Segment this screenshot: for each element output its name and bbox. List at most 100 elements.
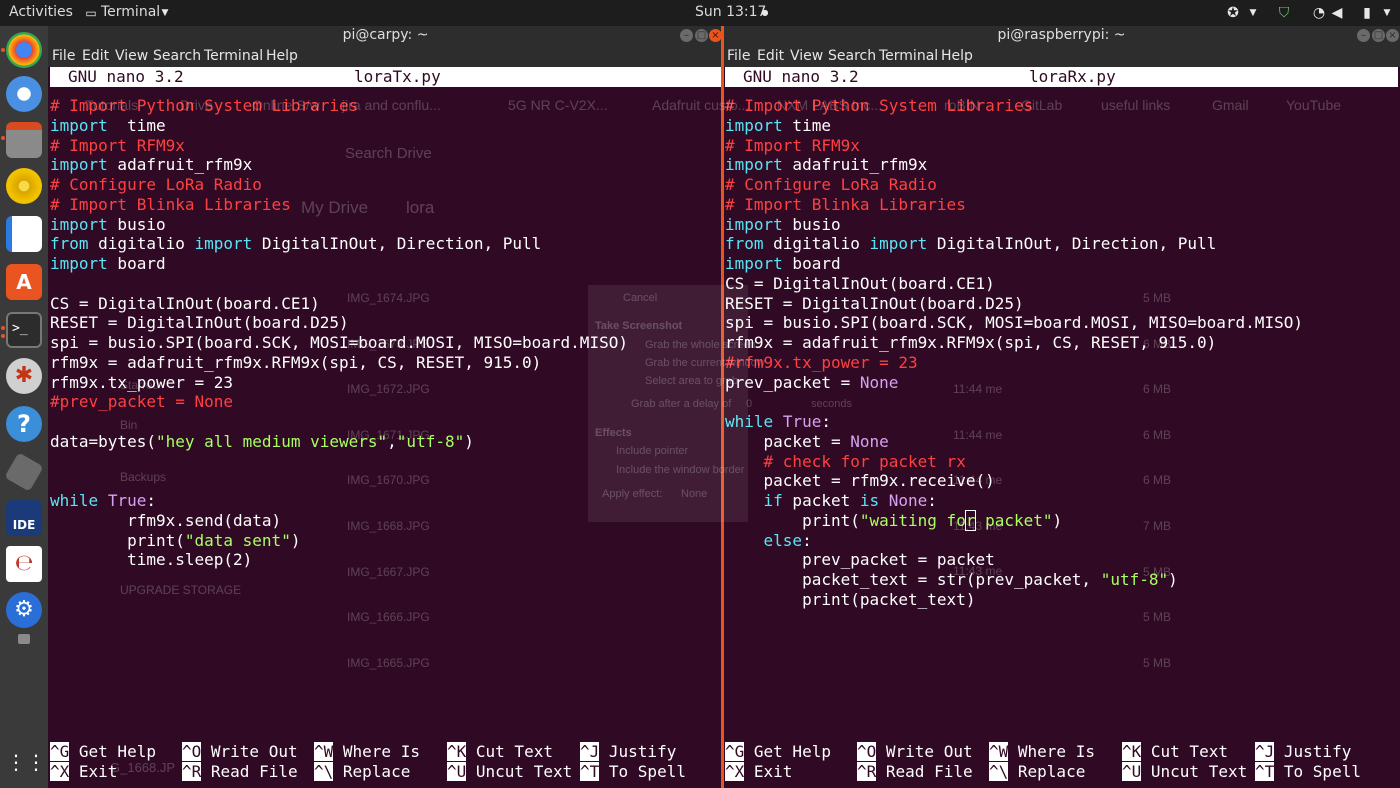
code-line[interactable]: prev_packet = None (725, 373, 898, 393)
code-line[interactable]: spi = busio.SPI(board.SCK, MOSI=board.MO… (725, 313, 1303, 333)
code-line[interactable]: if packet is None: (725, 491, 937, 511)
show-apps-icon[interactable]: ⋮⋮ (6, 744, 46, 780)
chrome-icon[interactable] (6, 32, 42, 68)
code-line[interactable]: import adafruit_rfm9x (50, 155, 252, 175)
shortcut-exit[interactable]: ^X Exit (50, 762, 117, 782)
code-line[interactable]: from digitalio import DigitalInOut, Dire… (725, 234, 1216, 254)
code-line[interactable]: # Import Blinka Libraries (50, 195, 291, 215)
code-line[interactable]: rfm9x.send(data) (50, 511, 281, 531)
terminal-icon[interactable]: >_ (6, 312, 42, 348)
shortcut-uncut-text[interactable]: ^U Uncut Text (447, 762, 572, 782)
writer-icon[interactable] (6, 216, 42, 252)
code-line[interactable]: print("data sent") (50, 531, 300, 551)
accessibility-icon[interactable]: ✪ (1224, 4, 1242, 22)
shortcut-to-spell[interactable]: ^T To Spell (1255, 762, 1361, 782)
shortcut-write-out[interactable]: ^O Write Out (857, 742, 973, 762)
menu-item-file[interactable]: File (727, 48, 750, 64)
code-line[interactable]: import time (725, 116, 831, 136)
code-line[interactable]: # Import RFM9x (50, 136, 185, 156)
menu-item-search[interactable]: Search (153, 48, 201, 64)
code-line[interactable]: RESET = DigitalInOut(board.D25) (725, 294, 1024, 314)
code-line[interactable]: import busio (725, 215, 841, 235)
code-line[interactable]: else: (725, 531, 812, 551)
code-line[interactable]: import busio (50, 215, 166, 235)
shortcut-cut-text[interactable]: ^K Cut Text (1122, 742, 1228, 762)
shortcut-get-help[interactable]: ^G Get Help (725, 742, 831, 762)
chromium-icon[interactable] (6, 76, 42, 112)
code-line[interactable]: from digitalio import DigitalInOut, Dire… (50, 234, 541, 254)
close-icon[interactable]: × (1386, 29, 1399, 42)
app-menu[interactable]: Terminal (101, 4, 160, 20)
trash-icon[interactable] (18, 634, 30, 644)
title-bar[interactable]: pi@carpy: ~ – □ × (48, 26, 723, 46)
battery-icon[interactable]: ▮ (1358, 4, 1376, 22)
code-line[interactable]: CS = DigitalInOut(board.CE1) (50, 294, 320, 314)
code-line[interactable]: import board (50, 254, 166, 274)
menu-item-edit[interactable]: Edit (757, 48, 784, 64)
circuit-icon[interactable]: ⚙ (6, 592, 42, 628)
shortcut-read-file[interactable]: ^R Read File (857, 762, 973, 782)
shortcut-read-file[interactable]: ^R Read File (182, 762, 298, 782)
shortcut-justify[interactable]: ^J Justify (580, 742, 676, 762)
code-line[interactable]: import adafruit_rfm9x (725, 155, 927, 175)
code-line[interactable]: packet = None (725, 432, 889, 452)
code-line[interactable]: spi = busio.SPI(board.SCK, MOSI=board.MO… (50, 333, 628, 353)
code-line[interactable]: #prev_packet = None (50, 392, 233, 412)
menu-item-search[interactable]: Search (828, 48, 876, 64)
menu-item-view[interactable]: View (790, 48, 823, 64)
shortcut-replace[interactable]: ^\ Replace (989, 762, 1085, 782)
shortcut-justify[interactable]: ^J Justify (1255, 742, 1351, 762)
code-line[interactable]: print(packet_text) (725, 590, 975, 610)
code-line[interactable]: # Import RFM9x (725, 136, 860, 156)
code-line[interactable]: print("waiting for packet") (725, 509, 1062, 531)
menu-item-edit[interactable]: Edit (82, 48, 109, 64)
menu-item-file[interactable]: File (52, 48, 75, 64)
code-keyword: import (725, 115, 783, 135)
code-line[interactable]: time.sleep(2) (50, 550, 252, 570)
code-keyword: import (725, 254, 783, 273)
code-line[interactable]: rfm9x = adafruit_rfm9x.RFM9x(spi, CS, RE… (50, 353, 541, 373)
shortcut-cut-text[interactable]: ^K Cut Text (447, 742, 553, 762)
wifi-icon[interactable]: ◔ (1310, 4, 1328, 22)
code-line[interactable]: while True: (50, 491, 156, 511)
scanner-icon[interactable]: ℮ (6, 546, 42, 582)
code-line[interactable]: # Import Blinka Libraries (725, 195, 966, 215)
minimize-icon[interactable]: – (1357, 29, 1370, 42)
software-icon[interactable]: A (6, 264, 42, 300)
code-line[interactable]: # check for packet rx (725, 452, 966, 472)
menu-item-terminal[interactable]: Terminal (204, 48, 263, 64)
rhythmbox-icon[interactable] (6, 168, 42, 204)
shield-icon[interactable]: ⛉ (1275, 4, 1293, 22)
activities-button[interactable]: Activities (9, 4, 73, 20)
maximize-icon[interactable]: □ (1372, 29, 1385, 42)
arduino-ide-icon[interactable]: IDE (6, 500, 42, 536)
shortcut-uncut-text[interactable]: ^U Uncut Text (1122, 762, 1247, 782)
title-bar[interactable]: pi@raspberrypi: ~ – □ × (723, 26, 1400, 46)
help-icon[interactable]: ? (6, 406, 42, 442)
shortcut-to-spell[interactable]: ^T To Spell (580, 762, 686, 782)
shortcut-where-is[interactable]: ^W Where Is (314, 742, 420, 762)
code-line[interactable]: packet_text = str(prev_packet, "utf-8") (725, 570, 1178, 590)
files-icon[interactable] (6, 122, 42, 158)
maximize-icon[interactable]: □ (695, 29, 708, 42)
menu-item-terminal[interactable]: Terminal (879, 48, 938, 64)
nano-editor[interactable]: GNU nano 3.2 loraRx.py # Import Python S… (723, 67, 1400, 788)
menu-item-help[interactable]: Help (266, 48, 298, 64)
code-line[interactable]: import time (50, 116, 166, 136)
shortcut-get-help[interactable]: ^G Get Help (50, 742, 156, 762)
volume-icon[interactable]: ◀ (1328, 4, 1346, 22)
menu-item-help[interactable]: Help (941, 48, 973, 64)
code-line[interactable]: import board (725, 254, 841, 274)
code-line[interactable]: # Configure LoRa Radio (725, 175, 937, 195)
shortcut-replace[interactable]: ^\ Replace (314, 762, 410, 782)
code-line[interactable]: # Configure LoRa Radio (50, 175, 262, 195)
shortcut-write-out[interactable]: ^O Write Out (182, 742, 298, 762)
code-line[interactable]: CS = DigitalInOut(board.CE1) (725, 274, 995, 294)
shortcut-where-is[interactable]: ^W Where Is (989, 742, 1095, 762)
code-line[interactable]: RESET = DigitalInOut(board.D25) (50, 313, 349, 333)
shortcut-exit[interactable]: ^X Exit (725, 762, 792, 782)
menu-item-view[interactable]: View (115, 48, 148, 64)
disk-icon[interactable] (4, 452, 44, 492)
minimize-icon[interactable]: – (680, 29, 693, 42)
settings-icon[interactable]: ✱ (6, 358, 42, 394)
